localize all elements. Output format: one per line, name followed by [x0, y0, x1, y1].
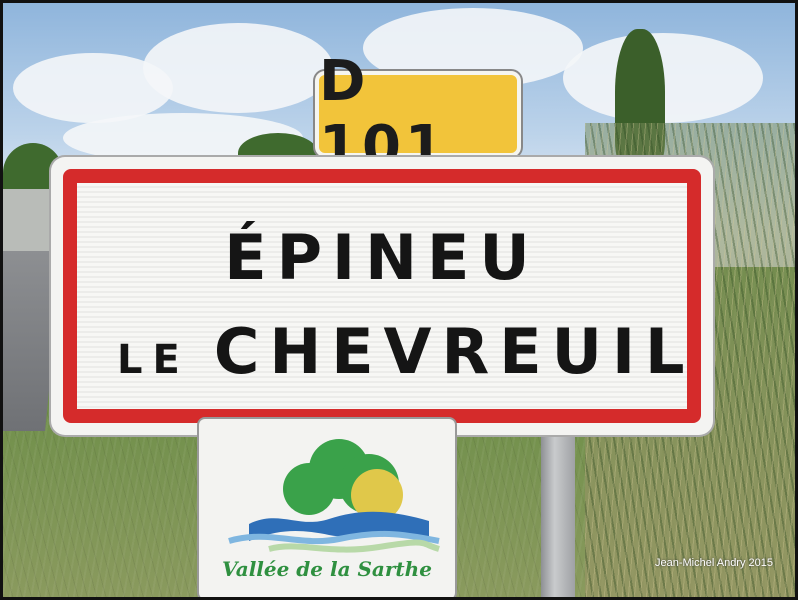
- town-sign-border: ÉPINEU LE CHEVREUIL: [63, 169, 701, 423]
- region-sign: Vallée de la Sarthe: [199, 419, 455, 597]
- cloud: [143, 23, 333, 113]
- town-name-prefix: LE: [117, 337, 190, 383]
- town-entrance-sign: ÉPINEU LE CHEVREUIL: [51, 157, 713, 435]
- vallee-de-la-sarthe-logo-icon: [228, 439, 440, 553]
- farm-building: [3, 189, 51, 251]
- town-name-line1: ÉPINEU: [224, 221, 540, 294]
- route-number-plate: D 101: [315, 49, 521, 179]
- photo-frame: D 101 ÉPINEU LE CHEVREUIL Vallée de la Sa…: [0, 0, 798, 600]
- town-name-line2: LE CHEVREUIL: [117, 315, 687, 388]
- region-name: Vallée de la Sarthe: [222, 557, 432, 581]
- photo-credit: Jean-Michel Andry 2015: [654, 557, 773, 569]
- town-name-main: CHEVREUIL: [213, 315, 695, 388]
